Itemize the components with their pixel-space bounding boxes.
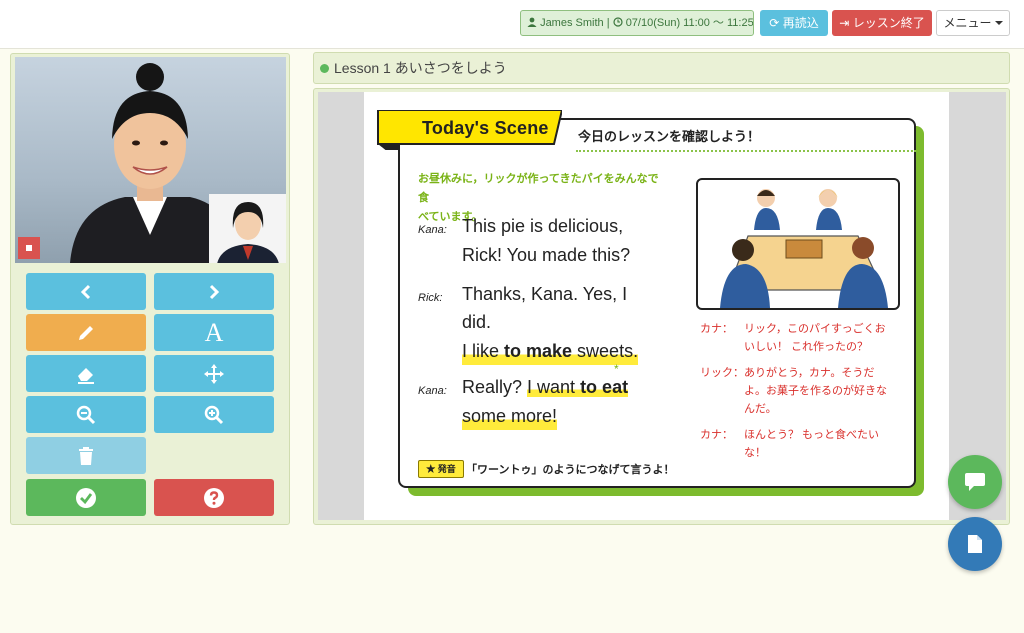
top-bar: James Smith | 07/10(Sun) 11:00 〜 11:25 ⟳… (0, 0, 1024, 49)
text-part: sweets. (572, 341, 639, 361)
check-icon (76, 487, 96, 508)
stop-video-button[interactable] (18, 237, 40, 259)
status-dot-icon (320, 64, 329, 73)
chevron-left-icon (80, 284, 91, 299)
translation-line: リック，このパイすっごくお (744, 323, 886, 335)
teacher-video (15, 57, 286, 263)
eraser-icon (78, 367, 94, 384)
translation-speaker: リック： (700, 367, 744, 379)
text-part: I want (527, 377, 581, 397)
file-icon (968, 535, 982, 553)
user-icon (527, 17, 537, 27)
zoom-out-button[interactable] (26, 396, 146, 433)
dialogue-line-highlighted: I like to make sweets. (462, 337, 639, 365)
scene-card-body: Today's Scene 今日のレッスンを確認しよう！ お昼休みに，リックが作… (377, 110, 916, 488)
chat-icon (965, 473, 985, 491)
lesson-title: Lesson 1 あいさつをしよう (334, 60, 507, 76)
intro-line: お昼休みに，リックが作ってきたパイをみんなで食 (418, 173, 659, 204)
text-part: Really? (462, 377, 528, 397)
text-icon: A (204, 317, 224, 347)
pronunciation-badge: ★ 発音 (418, 460, 464, 478)
end-lesson-button[interactable]: ⇥ レッスン終了 (832, 10, 932, 36)
clear-button[interactable] (26, 437, 146, 474)
zoom-in-button[interactable] (154, 396, 274, 433)
menu-dropdown[interactable]: メニュー (936, 10, 1010, 36)
translation-line: ありがとう，カナ。そうだ (744, 367, 875, 379)
translation-line: よ。お菓子を作るのが好きな (744, 385, 887, 397)
refresh-icon: ⟳ (769, 16, 780, 30)
end-lesson-label: レッスン終了 (852, 16, 925, 30)
clock-icon (613, 17, 623, 27)
document-button[interactable] (948, 517, 1002, 571)
pen-tool-button[interactable] (26, 314, 146, 351)
pronunciation-tip: 「ワーントゥ」のようにつなげて言うよ！ (466, 464, 675, 476)
dialogue-line: Thanks, Kana. Yes, I (462, 284, 628, 304)
confirm-button[interactable] (26, 479, 146, 516)
chevron-right-icon (209, 284, 220, 299)
translation-speaker: カナ： (700, 323, 733, 335)
dialogue-line: did. (462, 312, 492, 332)
highlighted-phrase: I want to eat (527, 377, 629, 397)
text-tool-button[interactable]: A (154, 314, 274, 351)
trash-icon (79, 446, 93, 465)
translation-line: な！ (744, 447, 766, 459)
separator: | (606, 17, 610, 29)
session-info: James Smith | 07/10(Sun) 11:00 〜 11:25 (520, 10, 754, 36)
dialogue-line: Really? I want to eat (462, 373, 629, 401)
student-avatar (217, 202, 279, 263)
translation-line: んだ。 (744, 403, 777, 415)
help-icon (204, 487, 224, 508)
text-part: I like (462, 341, 505, 361)
help-button[interactable] (154, 479, 274, 516)
speaker-label: Rick: (418, 292, 443, 304)
menu-label: メニュー (943, 16, 992, 30)
speaker-label: Kana: (418, 224, 447, 236)
lesson-title-bar: Lesson 1 あいさつをしよう (313, 52, 1010, 84)
dialogue-line-highlighted: some more! (462, 402, 558, 430)
move-tool-button[interactable] (154, 355, 274, 392)
scene-subtitle: 今日のレッスンを確認しよう！ (578, 129, 761, 144)
material-viewer: Today's Scene 今日のレッスンを確認しよう！ お昼休みに，リックが作… (313, 88, 1010, 525)
dialogue-line: Rick! You made this? (462, 245, 631, 265)
move-icon (204, 363, 224, 384)
key-phrase: to make (504, 341, 573, 361)
eraser-tool-button[interactable] (26, 355, 146, 392)
prev-page-button[interactable] (26, 273, 146, 310)
next-page-button[interactable] (154, 273, 274, 310)
reload-label: 再読込 (782, 16, 819, 30)
students-eating-illustration (720, 189, 888, 308)
lesson-schedule: 07/10(Sun) 11:00 〜 11:25 (625, 17, 754, 29)
speaker-label: Kana: (418, 385, 447, 397)
star-icon: * (614, 362, 619, 376)
material-page: Today's Scene 今日のレッスンを確認しよう！ お昼休みに，リックが作… (364, 92, 949, 520)
material-canvas[interactable]: Today's Scene 今日のレッスンを確認しよう！ お昼休みに，リックが作… (318, 92, 1006, 520)
pencil-icon (79, 325, 93, 340)
reload-button[interactable]: ⟳ 再読込 (760, 10, 828, 36)
key-phrase: to eat (580, 377, 629, 397)
chat-button[interactable] (948, 455, 1002, 509)
dotted-divider (576, 150, 916, 152)
scene-card: Today's Scene 今日のレッスンを確認しよう！ お昼休みに，リックが作… (377, 110, 924, 496)
control-panel: A (10, 53, 290, 525)
translation-line: ほんとう？ もっと食べたい (744, 429, 880, 441)
caret-down-icon (994, 21, 1003, 25)
scene-title: Today's Scene (422, 118, 549, 138)
zoom-in-icon (204, 405, 224, 424)
zoom-out-icon (76, 405, 96, 424)
translation-speaker: カナ： (700, 429, 733, 441)
student-video (209, 194, 286, 263)
user-name: James Smith (540, 17, 604, 29)
dialogue-line: This pie is delicious, (462, 216, 624, 236)
scene-illustration (696, 178, 900, 310)
translation-line: いしい！ これ作ったの？ (744, 341, 869, 353)
sign-out-icon: ⇥ (839, 16, 850, 30)
